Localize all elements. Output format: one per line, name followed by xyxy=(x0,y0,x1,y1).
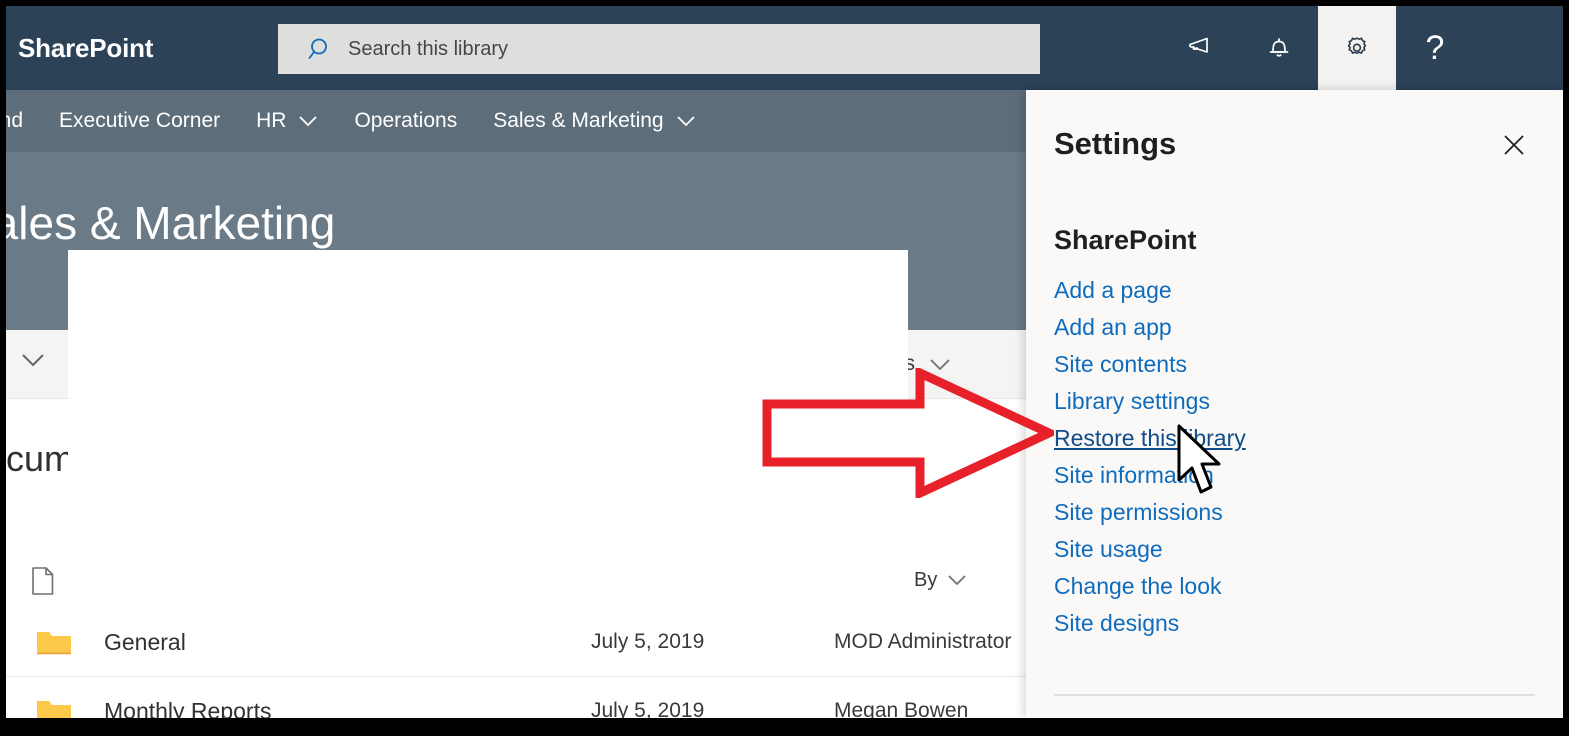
chevron-down-icon xyxy=(676,115,696,127)
column-header-label: By xyxy=(914,569,937,592)
panel-link-site-contents[interactable]: Site contents xyxy=(1054,346,1524,383)
search-icon xyxy=(308,36,334,62)
nav-item-label: HR xyxy=(256,109,286,133)
nav-item-label: and xyxy=(6,109,23,133)
question-icon[interactable]: ? xyxy=(1396,6,1474,90)
panel-link-list: Add a page Add an app Site contents Libr… xyxy=(1054,272,1524,642)
megaphone-icon[interactable] xyxy=(1162,6,1240,90)
document-icon[interactable] xyxy=(30,566,56,601)
chevron-down-icon xyxy=(298,115,318,127)
nav-item-4[interactable]: Sales & Marketing xyxy=(475,90,713,152)
row-modified-date: July 5, 2019 xyxy=(591,677,704,718)
app-viewport: SharePoint xyxy=(6,6,1563,718)
folder-icon xyxy=(36,697,72,718)
panel-link-add-an-app[interactable]: Add an app xyxy=(1054,309,1524,346)
settings-panel: Settings SharePoint Add a page Add an ap… xyxy=(1026,90,1563,718)
nav-item-label: Sales & Marketing xyxy=(493,109,663,133)
nav-item-2[interactable]: HR xyxy=(238,90,336,152)
panel-divider xyxy=(1054,694,1535,696)
row-modified-by: Megan Bowen xyxy=(834,677,968,718)
nav-item-label: Operations xyxy=(354,109,457,133)
nav-item-label: Executive Corner xyxy=(59,109,220,133)
page-title: Sales & Marketing xyxy=(6,196,335,250)
panel-link-site-designs[interactable]: Site designs xyxy=(1054,605,1524,642)
panel-link-add-a-page[interactable]: Add a page xyxy=(1054,272,1524,309)
row-name[interactable]: Monthly Reports xyxy=(104,677,271,718)
close-icon[interactable] xyxy=(1497,128,1531,162)
bell-icon[interactable] xyxy=(1240,6,1318,90)
panel-section-title: SharePoint xyxy=(1054,225,1197,256)
screenshot-root: SharePoint xyxy=(0,0,1569,736)
chevron-down-icon[interactable] xyxy=(20,352,46,373)
nav-item-3[interactable]: Operations xyxy=(336,90,475,152)
suite-header: SharePoint xyxy=(6,6,1563,90)
search-box[interactable] xyxy=(278,24,1040,74)
gear-icon[interactable] xyxy=(1318,6,1396,90)
content-occluder xyxy=(68,250,908,631)
folder-icon xyxy=(36,628,72,661)
panel-link-library-settings[interactable]: Library settings xyxy=(1054,383,1524,420)
panel-link-site-permissions[interactable]: Site permissions xyxy=(1054,494,1524,531)
panel-title: Settings xyxy=(1054,126,1176,162)
panel-link-site-information[interactable]: Site information xyxy=(1054,457,1524,494)
panel-link-change-the-look[interactable]: Change the look xyxy=(1054,568,1524,605)
panel-link-site-usage[interactable]: Site usage xyxy=(1054,531,1524,568)
nav-item-1[interactable]: Executive Corner xyxy=(41,90,238,152)
chevron-down-icon xyxy=(947,574,967,586)
chevron-down-icon xyxy=(929,358,951,371)
sharepoint-logo[interactable]: SharePoint xyxy=(18,6,153,90)
panel-link-restore-this-library[interactable]: Restore this library xyxy=(1054,420,1524,457)
nav-item-0[interactable]: and xyxy=(6,90,41,152)
column-header-modified-by[interactable]: By xyxy=(914,552,967,608)
search-input[interactable] xyxy=(348,38,988,61)
table-row[interactable]: Monthly Reports July 5, 2019 Megan Bowen xyxy=(6,677,1028,718)
